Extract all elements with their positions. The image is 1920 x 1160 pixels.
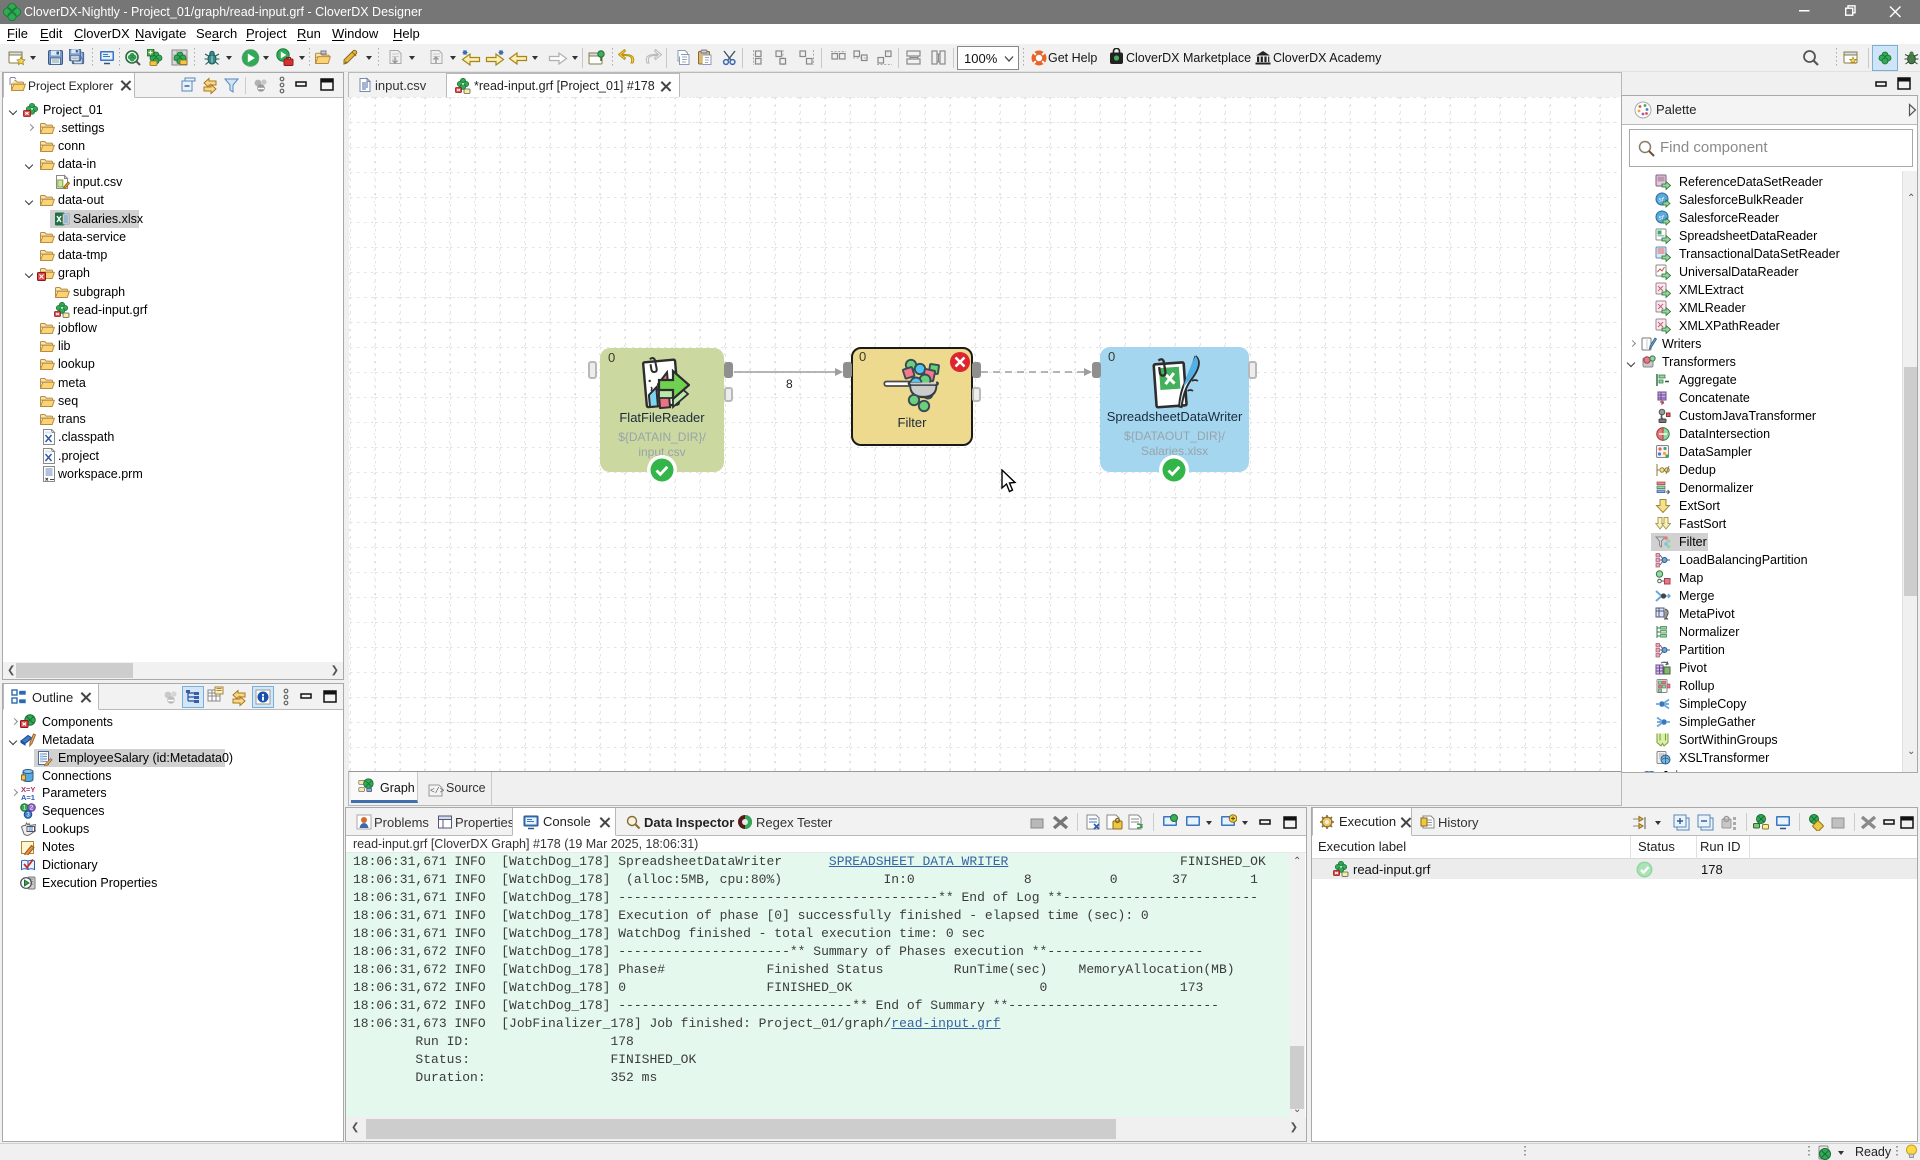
svg-text:</>: </> — [430, 787, 445, 796]
svg-text:8: 8 — [786, 377, 793, 391]
